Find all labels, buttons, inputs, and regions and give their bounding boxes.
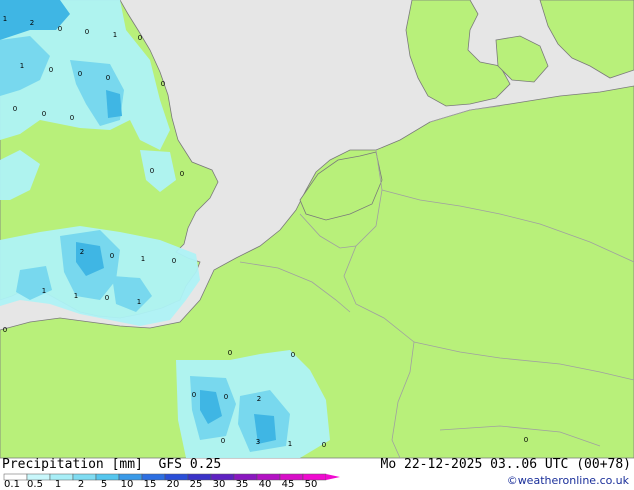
- point-value-label: 2: [80, 248, 84, 256]
- legend-tick-label: 0.5: [27, 479, 43, 490]
- credit-link[interactable]: ©weatheronline.co.uk: [507, 474, 629, 488]
- point-value-label: 0: [42, 110, 46, 118]
- point-value-label: 1: [74, 292, 78, 300]
- point-value-label: 2: [257, 395, 261, 403]
- point-value-label: 1: [20, 62, 24, 70]
- point-value-label: 2: [30, 19, 34, 27]
- point-value-label: 0: [78, 70, 82, 78]
- legend-tick-label: 35: [235, 479, 249, 490]
- legend-tick-label: 25: [189, 479, 203, 490]
- map-view: 12001010000000002010110100000203100 Prec…: [0, 0, 634, 490]
- legend-tick-label: 50: [304, 479, 318, 490]
- legend-tick-label: 10: [120, 479, 134, 490]
- point-value-label: 0: [58, 25, 62, 33]
- point-value-label: 0: [192, 391, 196, 399]
- legend-tick-label: 30: [212, 479, 226, 490]
- point-value-label: 1: [113, 31, 117, 39]
- point-value-label: 0: [224, 393, 228, 401]
- point-value-label: 0: [3, 326, 7, 334]
- point-value-label: 3: [256, 438, 260, 446]
- point-value-label: 0: [13, 105, 17, 113]
- precipitation-map: 1 2 0 0 1 0 1 0 0 0 0 0 0 0 0 0 2 0 1 0 1 1 0 1 0 0 0 0 0 2 0 3 1 0 0: [0, 0, 634, 481]
- legend-tick-label: 40: [258, 479, 272, 490]
- point-value-label: 0: [49, 66, 53, 74]
- legend-tick-label: 20: [166, 479, 180, 490]
- point-value-label: 0: [110, 252, 114, 260]
- legend-tick-label: 15: [143, 479, 157, 490]
- point-value-label: 1: [288, 440, 292, 448]
- point-value-label: 0: [138, 34, 142, 42]
- legend-arrow: [326, 474, 340, 480]
- point-value-label: 1: [3, 15, 7, 23]
- point-value-label: 1: [137, 298, 141, 306]
- legend-swatch: [95, 473, 120, 481]
- legend-swatch: [49, 473, 74, 481]
- point-value-label: 0: [322, 441, 326, 449]
- point-value-label: 1: [42, 287, 46, 295]
- legend-tick-label: 0.1: [4, 479, 20, 490]
- point-value-label: 0: [180, 170, 184, 178]
- legend-tick-label: 45: [281, 479, 295, 490]
- point-value-label: 0: [172, 257, 176, 265]
- point-value-label: 0: [524, 436, 528, 444]
- point-value-label: 0: [105, 294, 109, 302]
- point-value-label: 0: [150, 167, 154, 175]
- point-value-label: 0: [221, 437, 225, 445]
- point-value-label: 0: [228, 349, 232, 357]
- point-value-label: 0: [291, 351, 295, 359]
- point-value-label: 0: [161, 80, 165, 88]
- point-value-label: 1: [141, 255, 145, 263]
- legend-tick-label: 5: [100, 479, 108, 490]
- legend-swatch: [72, 473, 97, 481]
- legend-tick-label: 2: [77, 479, 85, 490]
- legend-tick-label: 1: [54, 479, 62, 490]
- point-value-label: 0: [70, 114, 74, 122]
- map-title: Precipitation [mm] GFS 0.25: [2, 457, 222, 472]
- point-value-label: 0: [85, 28, 89, 36]
- run-info: Mo 22-12-2025 03..06 UTC (00+78): [380, 457, 631, 472]
- point-value-label: 0: [106, 74, 110, 82]
